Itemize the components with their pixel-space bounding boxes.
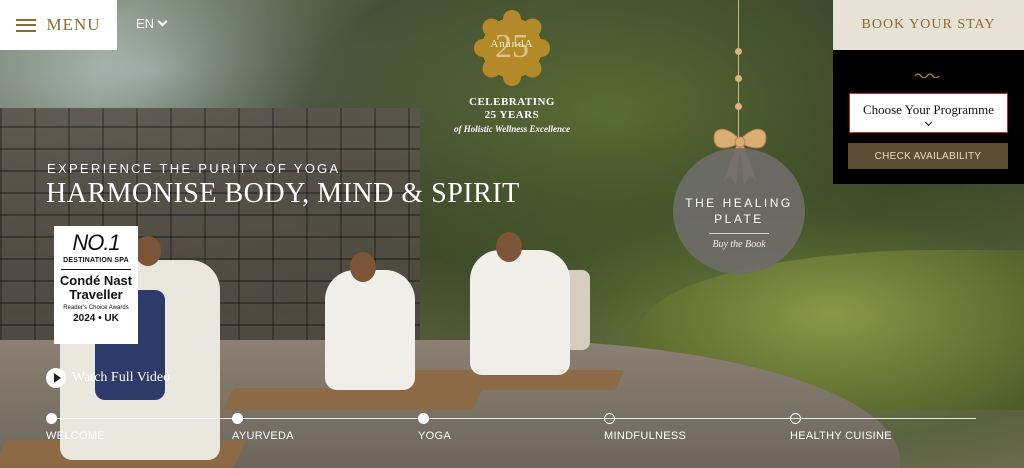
- programme-select[interactable]: Choose Your Programme: [849, 93, 1008, 133]
- timeline-dot[interactable]: [232, 413, 243, 424]
- play-icon: [46, 368, 66, 388]
- watch-video-label: Watch Full Video: [72, 370, 171, 385]
- wave-ornament-icon: [914, 73, 940, 78]
- badge-brand-line2: Traveller: [69, 287, 123, 302]
- watch-video-button[interactable]: Watch Full Video: [46, 368, 170, 388]
- logo-wordmark: AnandA: [490, 38, 534, 50]
- badge-award: Reader's Choice Awards: [63, 305, 129, 311]
- healing-plate-promo[interactable]: THE HEALING PLATE Buy the Book: [673, 148, 805, 274]
- timeline-item-yoga[interactable]: YOGA: [418, 430, 451, 442]
- timeline-item-mindfulness[interactable]: MINDFULNESS: [604, 430, 686, 442]
- hero-headline: HARMONISE BODY, MIND & SPIRIT: [46, 178, 520, 209]
- menu-button[interactable]: MENU: [0, 0, 117, 50]
- programme-select-value: Choose Your Programme: [862, 101, 995, 117]
- badge-year-region: 2024 • UK: [73, 313, 119, 324]
- promo-title-line1: THE HEALING: [685, 195, 793, 210]
- timeline-dot[interactable]: [46, 413, 57, 424]
- ananda-logo[interactable]: 25 AnandA: [474, 10, 550, 86]
- timeline-dot[interactable]: [604, 413, 615, 424]
- celebrating-tagline: of Holistic Wellness Excellence: [454, 124, 570, 134]
- yoga-practitioner: [470, 250, 570, 375]
- timeline-item-ayurveda[interactable]: AYURVEDA: [232, 430, 294, 442]
- practitioner-head: [350, 252, 376, 282]
- timeline-dot[interactable]: [418, 413, 429, 424]
- badge-divider: [61, 269, 131, 270]
- timeline-dot[interactable]: [790, 413, 801, 424]
- yoga-practitioner: [325, 270, 415, 390]
- timeline-item-welcome[interactable]: WELCOME: [46, 430, 105, 442]
- celebrating-line2: 25 YEARS: [484, 109, 540, 121]
- ornament-bead: [735, 75, 742, 82]
- celebrating-line1: CELEBRATING: [469, 96, 555, 108]
- ornament-bead: [735, 103, 742, 110]
- yoga-mat: [222, 388, 484, 410]
- promo-title-line2: PLATE: [714, 211, 764, 226]
- conde-nast-award-badge: NO.1 DESTINATION SPA Condé Nast Travelle…: [54, 226, 138, 344]
- check-availability-button[interactable]: CHECK AVAILABILITY: [848, 143, 1008, 169]
- timeline-track: [46, 418, 976, 419]
- chevron-down-icon: [924, 118, 933, 126]
- hero-kicker: EXPERIENCE THE PURITY OF YOGA: [47, 161, 341, 176]
- badge-rank: NO.1: [72, 230, 120, 255]
- ornament-bead: [735, 48, 742, 55]
- timeline-item-healthy-cuisine[interactable]: HEALTHY CUISINE: [790, 430, 892, 442]
- book-your-stay-label: BOOK YOUR STAY: [861, 17, 996, 32]
- book-your-stay-button[interactable]: BOOK YOUR STAY: [833, 0, 1024, 50]
- practitioner-head: [135, 236, 161, 266]
- chevron-down-icon: [157, 16, 168, 27]
- badge-category: DESTINATION SPA: [63, 257, 129, 264]
- hamburger-icon: [16, 18, 37, 32]
- promo-title: THE HEALING PLATE: [685, 195, 793, 227]
- buy-book-link[interactable]: Buy the Book: [712, 239, 765, 250]
- promo-divider: [709, 232, 769, 234]
- menu-label: MENU: [46, 15, 101, 34]
- language-selector[interactable]: EN: [136, 16, 168, 31]
- anniversary-text: CELEBRATING 25 YEARS of Holistic Wellnes…: [420, 96, 604, 136]
- badge-brand-line1: Condé Nast: [59, 273, 133, 288]
- language-label: EN: [136, 16, 155, 31]
- practitioner-head: [496, 232, 522, 262]
